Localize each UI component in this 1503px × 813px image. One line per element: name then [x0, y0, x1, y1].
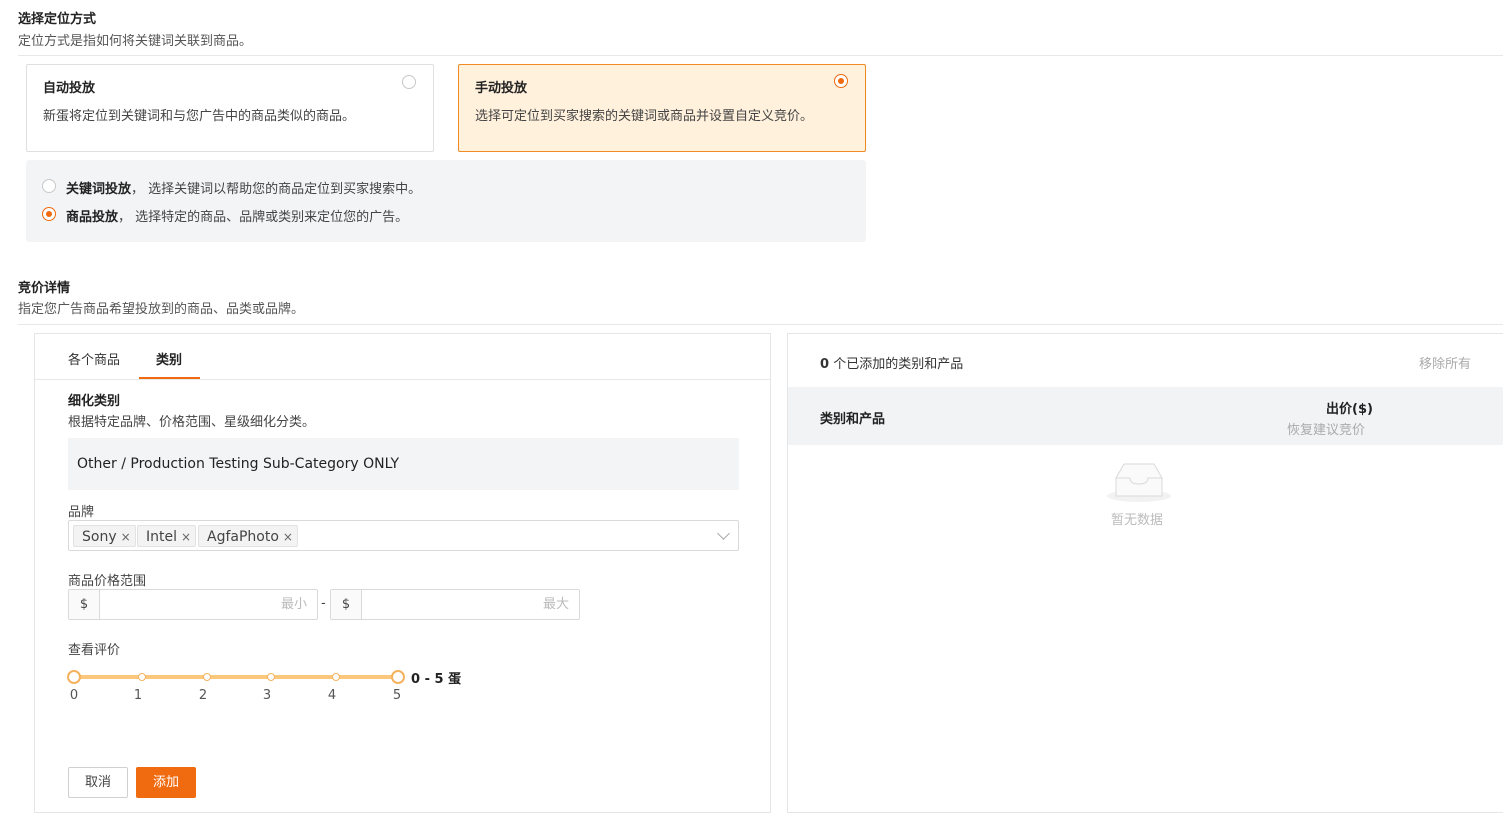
- auto-targeting-desc: 新蛋将定位到关键词和与您广告中的商品类似的商品。: [43, 109, 356, 124]
- rating-step-dot: [267, 673, 275, 681]
- product-targeting-label: 商品投放: [66, 210, 119, 225]
- chevron-down-icon[interactable]: [717, 527, 730, 540]
- brand-label: 品牌: [68, 505, 95, 520]
- remove-tag-icon[interactable]: ×: [121, 530, 131, 544]
- refine-desc: 根据特定品牌、价格范围、星级细化分类。: [68, 415, 316, 430]
- currency-prefix: $: [69, 590, 100, 619]
- category-selector-panel: 各个商品 类别 细化类别 根据特定品牌、价格范围、星级细化分类。 Other /…: [34, 333, 771, 813]
- tab-divider: [35, 379, 770, 380]
- rating-min-handle[interactable]: [67, 670, 81, 684]
- divider: [18, 55, 1503, 56]
- currency-prefix: $: [331, 590, 362, 619]
- added-count: 0 个已添加的类别和产品: [820, 357, 964, 372]
- auto-targeting-title: 自动投放: [43, 81, 96, 96]
- price-max-input[interactable]: [362, 590, 579, 619]
- rating-tick: 4: [327, 688, 337, 703]
- tab-individual-products[interactable]: 各个商品: [68, 349, 120, 368]
- added-table-header: 类别和产品 出价($) 恢复建议竞价: [788, 387, 1503, 445]
- keyword-targeting-option[interactable]: 关键词投放， 选择关键词以帮助您的商品定位到买家搜索中。: [66, 178, 421, 197]
- manual-targeting-card[interactable]: 手动投放 选择可定位到买家搜索的关键词或商品并设置自定义竞价。: [458, 64, 866, 152]
- bidding-desc: 指定您广告商品希望投放到的商品、品类或品牌。: [18, 302, 305, 317]
- selected-category: Other / Production Testing Sub-Category …: [68, 438, 739, 490]
- keyword-targeting-desc: 选择关键词以帮助您的商品定位到买家搜索中。: [148, 182, 422, 197]
- col-bid-header: 出价($): [1326, 402, 1373, 417]
- divider: [18, 324, 1503, 325]
- manual-targeting-title: 手动投放: [475, 81, 528, 96]
- auto-targeting-radio-icon[interactable]: [402, 75, 416, 89]
- targeting-title: 选择定位方式: [18, 12, 97, 27]
- manual-options-box: 关键词投放， 选择关键词以帮助您的商品定位到买家搜索中。 商品投放， 选择特定的…: [26, 160, 866, 242]
- brand-select[interactable]: Sony × Intel × AgfaPhoto ×: [68, 520, 739, 551]
- empty-state-text: 暂无数据: [1111, 513, 1164, 528]
- rating-slider-track[interactable]: [74, 675, 398, 679]
- rating-tick: 5: [392, 688, 402, 703]
- remove-tag-icon[interactable]: ×: [283, 530, 293, 544]
- add-button[interactable]: 添加: [136, 767, 196, 798]
- bidding-title: 竞价详情: [18, 281, 71, 296]
- remove-all-link[interactable]: 移除所有: [1419, 353, 1471, 372]
- rating-step-dot: [332, 673, 340, 681]
- rating-step-dot: [138, 673, 146, 681]
- rating-range-value: 0 - 5 蛋: [411, 672, 462, 687]
- refine-title: 细化类别: [68, 394, 121, 409]
- tab-category[interactable]: 类别: [156, 349, 182, 368]
- cancel-button[interactable]: 取消: [68, 767, 128, 798]
- rating-label: 查看评价: [68, 643, 121, 658]
- product-targeting-option[interactable]: 商品投放， 选择特定的商品、品牌或类别来定位您的广告。: [66, 206, 408, 225]
- brand-tag-intel: Intel ×: [137, 525, 197, 547]
- auto-targeting-card[interactable]: 自动投放 新蛋将定位到关键词和与您广告中的商品类似的商品。: [26, 64, 434, 152]
- price-max-field[interactable]: $: [330, 589, 580, 620]
- restore-suggested-bid-link[interactable]: 恢复建议竞价: [1287, 419, 1365, 438]
- empty-inbox-icon: [1107, 463, 1171, 502]
- rating-tick: 2: [198, 688, 208, 703]
- keyword-targeting-radio-icon[interactable]: [42, 179, 56, 193]
- brand-tag-agfaphoto: AgfaPhoto ×: [198, 525, 298, 547]
- rating-tick: 3: [262, 688, 272, 703]
- price-min-field[interactable]: $: [68, 589, 318, 620]
- brand-tag-sony: Sony ×: [73, 525, 136, 547]
- col-category-header: 类别和产品: [820, 412, 886, 427]
- rating-tick: 1: [133, 688, 143, 703]
- rating-tick: 0: [69, 688, 79, 703]
- manual-targeting-radio-icon[interactable]: [834, 74, 848, 88]
- added-items-panel: 0 个已添加的类别和产品 移除所有 类别和产品 出价($) 恢复建议竞价 暂无数…: [787, 333, 1503, 813]
- keyword-targeting-label: 关键词投放: [66, 182, 132, 197]
- product-targeting-radio-icon[interactable]: [42, 207, 56, 221]
- price-range-label: 商品价格范围: [68, 574, 147, 589]
- manual-targeting-desc: 选择可定位到买家搜索的关键词或商品并设置自定义竞价。: [475, 109, 814, 124]
- remove-tag-icon[interactable]: ×: [181, 530, 191, 544]
- product-targeting-desc: 选择特定的商品、品牌或类别来定位您的广告。: [135, 210, 409, 225]
- rating-max-handle[interactable]: [391, 670, 405, 684]
- targeting-desc: 定位方式是指如何将关键词关联到商品。: [18, 34, 253, 49]
- price-separator: -: [321, 596, 326, 611]
- price-min-input[interactable]: [100, 590, 317, 619]
- rating-step-dot: [203, 673, 211, 681]
